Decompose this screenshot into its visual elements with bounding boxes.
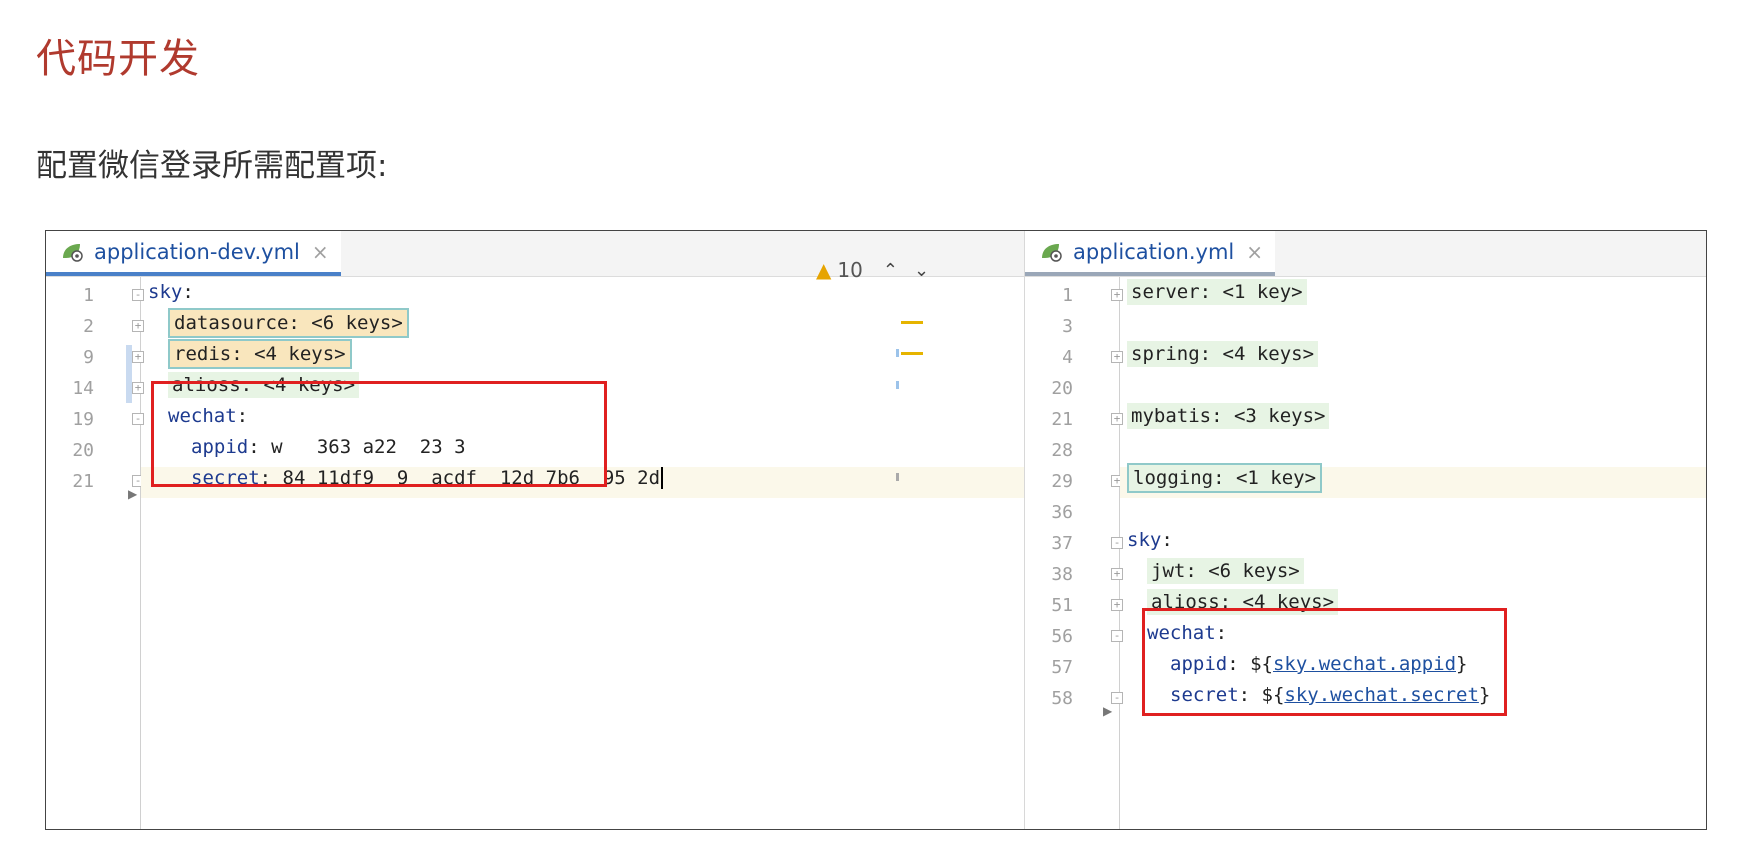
folded-block-spring[interactable]: spring: <4 keys> (1127, 341, 1319, 367)
editor-pane-dev: application-dev.yml × 1 2 9 14 19 20 21 … (46, 231, 1024, 829)
tab-label: application-dev.yml (94, 239, 300, 264)
scroll-marker-change (896, 381, 899, 389)
line-number: 57 (1051, 657, 1073, 678)
code-line[interactable]: logging: <1 key> (1127, 463, 1323, 493)
ide-screenshot: application-dev.yml × 1 2 9 14 19 20 21 … (45, 230, 1707, 830)
line-number: 1 (1062, 285, 1073, 306)
spring-leaf-icon (63, 243, 83, 262)
change-marker (126, 345, 132, 403)
folded-block-jwt[interactable]: jwt: <6 keys> (1147, 558, 1304, 584)
highlight-box (1142, 608, 1507, 716)
line-number: 28 (1051, 440, 1073, 461)
fold-toggle[interactable]: - (1111, 630, 1123, 642)
fold-toggle[interactable]: - (132, 289, 144, 301)
fold-toggle[interactable]: + (132, 320, 144, 332)
text-cursor (661, 467, 664, 489)
code-line[interactable]: spring: <4 keys> (1127, 341, 1319, 367)
line-number: 21 (72, 471, 94, 492)
spring-leaf-icon (1042, 243, 1062, 262)
fold-toggle[interactable]: + (132, 351, 144, 363)
line-number: 58 (1051, 688, 1073, 709)
fold-toggle[interactable]: + (1111, 351, 1123, 363)
fold-toggle[interactable]: - (132, 413, 144, 425)
line-number: 2 (83, 316, 94, 337)
code-line[interactable]: jwt: <6 keys> (1147, 558, 1304, 584)
warning-icon: ▲ (816, 258, 832, 282)
warning-count: 10 (837, 258, 863, 282)
tab-application-dev[interactable]: application-dev.yml × (46, 231, 341, 276)
code-line: sky: (148, 281, 194, 303)
line-number: 4 (1062, 347, 1073, 368)
line-number: 1 (83, 285, 94, 306)
fold-toggle[interactable]: + (1111, 413, 1123, 425)
line-number: 20 (72, 440, 94, 461)
folded-block-mybatis[interactable]: mybatis: <3 keys> (1127, 403, 1330, 429)
fold-toggle[interactable]: + (1111, 289, 1123, 301)
close-icon[interactable]: × (1246, 240, 1263, 264)
highlight-box (151, 381, 607, 487)
yaml-key: sky (148, 281, 183, 303)
folded-block-logging[interactable]: logging: <1 key> (1127, 463, 1323, 493)
fold-toggle[interactable]: + (1111, 568, 1123, 580)
line-number: 29 (1051, 471, 1073, 492)
scroll-marker-warning[interactable] (901, 321, 923, 324)
folded-block-server[interactable]: server: <1 key> (1127, 279, 1307, 305)
code-line[interactable]: server: <1 key> (1127, 279, 1307, 305)
line-number: 37 (1051, 533, 1073, 554)
caret-arrow-icon: ▶ (1103, 704, 1113, 718)
code-line[interactable]: datasource: <6 keys> (168, 308, 409, 338)
fold-toggle[interactable]: - (1111, 537, 1123, 549)
scroll-marker-change (896, 349, 899, 357)
section-heading: 代码开发 (36, 36, 200, 82)
chevron-up-icon[interactable]: ⌃ (883, 260, 898, 281)
line-number: 14 (72, 378, 94, 399)
fold-toggle[interactable]: - (1111, 692, 1123, 704)
fold-toggle[interactable]: + (1111, 599, 1123, 611)
editor-pane-main: application.yml × 1 3 4 20 21 28 29 36 3… (1024, 231, 1706, 829)
line-number: 20 (1051, 378, 1073, 399)
tab-label: application.yml (1073, 239, 1235, 264)
yaml-key: sky (1127, 529, 1162, 551)
tab-application[interactable]: application.yml × (1025, 231, 1275, 276)
line-number: 38 (1051, 564, 1073, 585)
code-line: sky: (1127, 529, 1173, 551)
inspection-widget[interactable]: ▲ 10 ⌃ ⌄ (816, 258, 929, 282)
line-number: 19 (72, 409, 94, 430)
line-number: 56 (1051, 626, 1073, 647)
caret-arrow-icon: ▶ (128, 487, 138, 501)
line-gutter: 1 2 9 14 19 20 21 - + + + - - ▶ (46, 277, 144, 829)
line-number: 21 (1051, 409, 1073, 430)
tab-bar: application.yml × (1025, 231, 1706, 277)
line-number: 51 (1051, 595, 1073, 616)
folded-block-redis[interactable]: redis: <4 keys> (168, 339, 352, 369)
line-gutter: 1 3 4 20 21 28 29 36 37 38 51 56 57 58 +… (1025, 277, 1123, 829)
close-icon[interactable]: × (312, 240, 329, 264)
scroll-marker (896, 473, 899, 481)
line-number: 9 (83, 347, 94, 368)
chevron-down-icon[interactable]: ⌄ (914, 260, 929, 281)
line-number: 36 (1051, 502, 1073, 523)
code-line[interactable]: redis: <4 keys> (168, 339, 352, 369)
intro-text: 配置微信登录所需配置项: (36, 148, 388, 184)
fold-toggle[interactable]: + (132, 382, 144, 394)
folded-block-datasource[interactable]: datasource: <6 keys> (168, 308, 409, 338)
code-line[interactable]: mybatis: <3 keys> (1127, 403, 1330, 429)
line-number: 3 (1062, 316, 1073, 337)
scroll-marker-warning[interactable] (901, 352, 923, 355)
